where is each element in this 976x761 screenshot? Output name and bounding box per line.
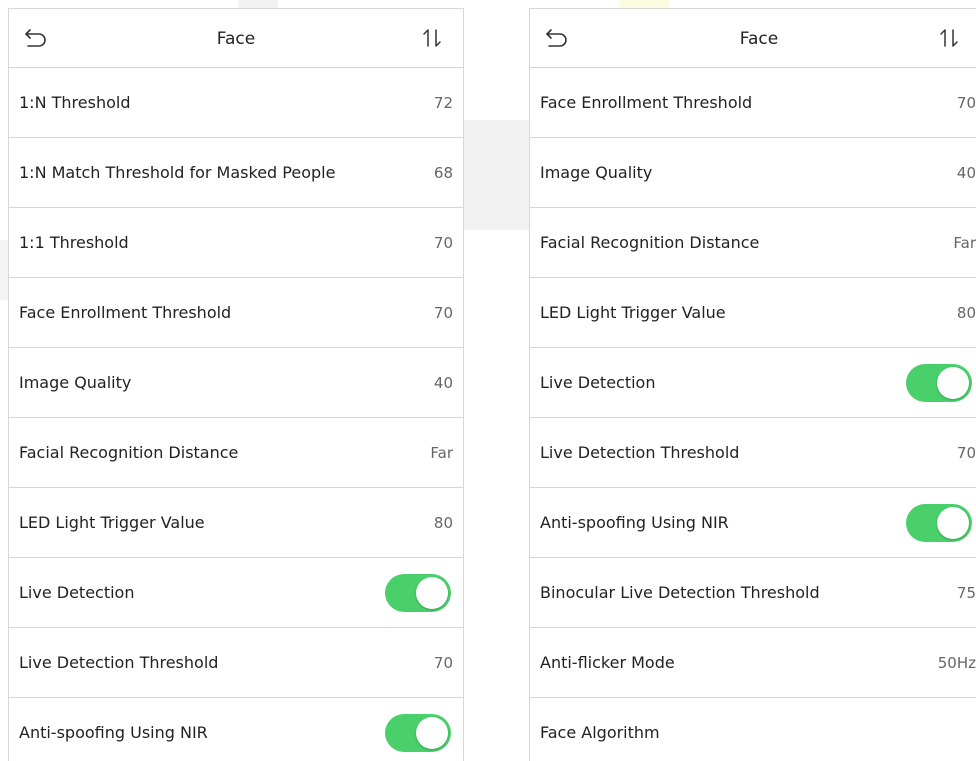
setting-value: 40 — [956, 164, 976, 182]
setting-row-live-detection-threshold[interactable]: Live Detection Threshold 70 — [9, 628, 463, 698]
setting-value: 70 — [433, 654, 453, 672]
setting-value: 70 — [433, 234, 453, 252]
setting-label: Binocular Live Detection Threshold — [540, 583, 820, 602]
setting-row-face-enrollment-threshold[interactable]: Face Enrollment Threshold 70 — [530, 68, 976, 138]
setting-value: 72 — [433, 94, 453, 112]
setting-row-facial-recognition-distance[interactable]: Facial Recognition Distance Far — [9, 418, 463, 488]
setting-label: Image Quality — [19, 373, 132, 392]
sort-icon[interactable] — [938, 26, 960, 50]
setting-label: Face Enrollment Threshold — [540, 93, 753, 112]
setting-value: 40 — [433, 374, 453, 392]
setting-value: 80 — [956, 304, 976, 322]
face-settings-panel-right: Face Face Enrollment Threshold 70 Image Qu… — [529, 8, 976, 761]
settings-list: Face Enrollment Threshold 70 Image Quality… — [530, 68, 976, 761]
setting-label: Live Detection — [19, 583, 135, 602]
setting-label: Anti-spoofing Using NIR — [540, 513, 729, 532]
page-title: Face — [216, 29, 256, 49]
setting-label: Live Detection — [540, 373, 656, 392]
setting-row-face-algorithm[interactable]: Face Algorithm — [530, 698, 976, 761]
setting-row-live-detection-threshold[interactable]: Live Detection Threshold 70 — [530, 418, 976, 488]
setting-value: 70 — [956, 94, 976, 112]
setting-value: 50Hz — [937, 654, 976, 672]
setting-row-anti-spoofing-using-nir[interactable]: Anti-spoofing Using NIR — [530, 488, 976, 558]
setting-row-image-quality[interactable]: Image Quality 40 — [530, 138, 976, 208]
setting-label: Anti-flicker Mode — [540, 653, 675, 672]
setting-row-live-detection[interactable]: Live Detection — [530, 348, 976, 418]
setting-value: 80 — [433, 514, 453, 532]
setting-label: Image Quality — [540, 163, 653, 182]
toggle-switch[interactable] — [385, 714, 451, 752]
setting-row-binocular-live-detection-threshold[interactable]: Binocular Live Detection Threshold 75 — [530, 558, 976, 628]
setting-value: 68 — [433, 164, 453, 182]
setting-value: Far — [430, 444, 453, 462]
setting-label: 1:1 Threshold — [19, 233, 129, 252]
setting-row-1-1-threshold[interactable]: 1:1 Threshold 70 — [9, 208, 463, 278]
setting-label: Facial Recognition Distance — [540, 233, 760, 252]
setting-row-facial-recognition-distance[interactable]: Facial Recognition Distance Far — [530, 208, 976, 278]
setting-label: 1:N Match Threshold for Masked People — [19, 163, 336, 182]
setting-label: Live Detection Threshold — [540, 443, 740, 462]
setting-row-1-n-match-threshold-for-masked-people[interactable]: 1:N Match Threshold for Masked People 68 — [9, 138, 463, 208]
setting-row-face-enrollment-threshold[interactable]: Face Enrollment Threshold 70 — [9, 278, 463, 348]
toggle-switch[interactable] — [385, 574, 451, 612]
header-bar: Face — [530, 9, 976, 68]
toggle-switch[interactable] — [906, 504, 972, 542]
setting-row-1-n-threshold[interactable]: 1:N Threshold 72 — [9, 68, 463, 138]
watermark-shape — [462, 120, 532, 230]
setting-label: 1:N Threshold — [19, 93, 131, 112]
header-bar: Face — [9, 9, 463, 68]
setting-label: LED Light Trigger Value — [540, 303, 726, 322]
face-settings-panel-left: Face 1:N Threshold 72 1:N Match Threshold … — [8, 8, 464, 761]
setting-label: Facial Recognition Distance — [19, 443, 239, 462]
setting-value: Far — [953, 234, 976, 252]
setting-label: Anti-spoofing Using NIR — [19, 723, 208, 742]
page-title: Face — [739, 29, 779, 49]
sort-icon[interactable] — [421, 26, 443, 50]
setting-label: Face Enrollment Threshold — [19, 303, 232, 322]
toggle-knob — [416, 577, 448, 609]
settings-list: 1:N Threshold 72 1:N Match Threshold for M… — [9, 68, 463, 761]
toggle-knob — [416, 717, 448, 749]
setting-label: Face Algorithm — [540, 723, 660, 742]
setting-value: 70 — [433, 304, 453, 322]
setting-label: LED Light Trigger Value — [19, 513, 205, 532]
toggle-knob — [937, 367, 969, 399]
setting-row-led-light-trigger-value[interactable]: LED Light Trigger Value 80 — [530, 278, 976, 348]
setting-row-anti-flicker-mode[interactable]: Anti-flicker Mode 50Hz — [530, 628, 976, 698]
setting-row-anti-spoofing-using-nir[interactable]: Anti-spoofing Using NIR — [9, 698, 463, 761]
toggle-knob — [937, 507, 969, 539]
toggle-switch[interactable] — [906, 364, 972, 402]
setting-row-led-light-trigger-value[interactable]: LED Light Trigger Value 80 — [9, 488, 463, 558]
setting-value: 75 — [956, 584, 976, 602]
setting-row-image-quality[interactable]: Image Quality 40 — [9, 348, 463, 418]
setting-row-live-detection[interactable]: Live Detection — [9, 558, 463, 628]
setting-value: 70 — [956, 444, 976, 462]
setting-label: Live Detection Threshold — [19, 653, 219, 672]
